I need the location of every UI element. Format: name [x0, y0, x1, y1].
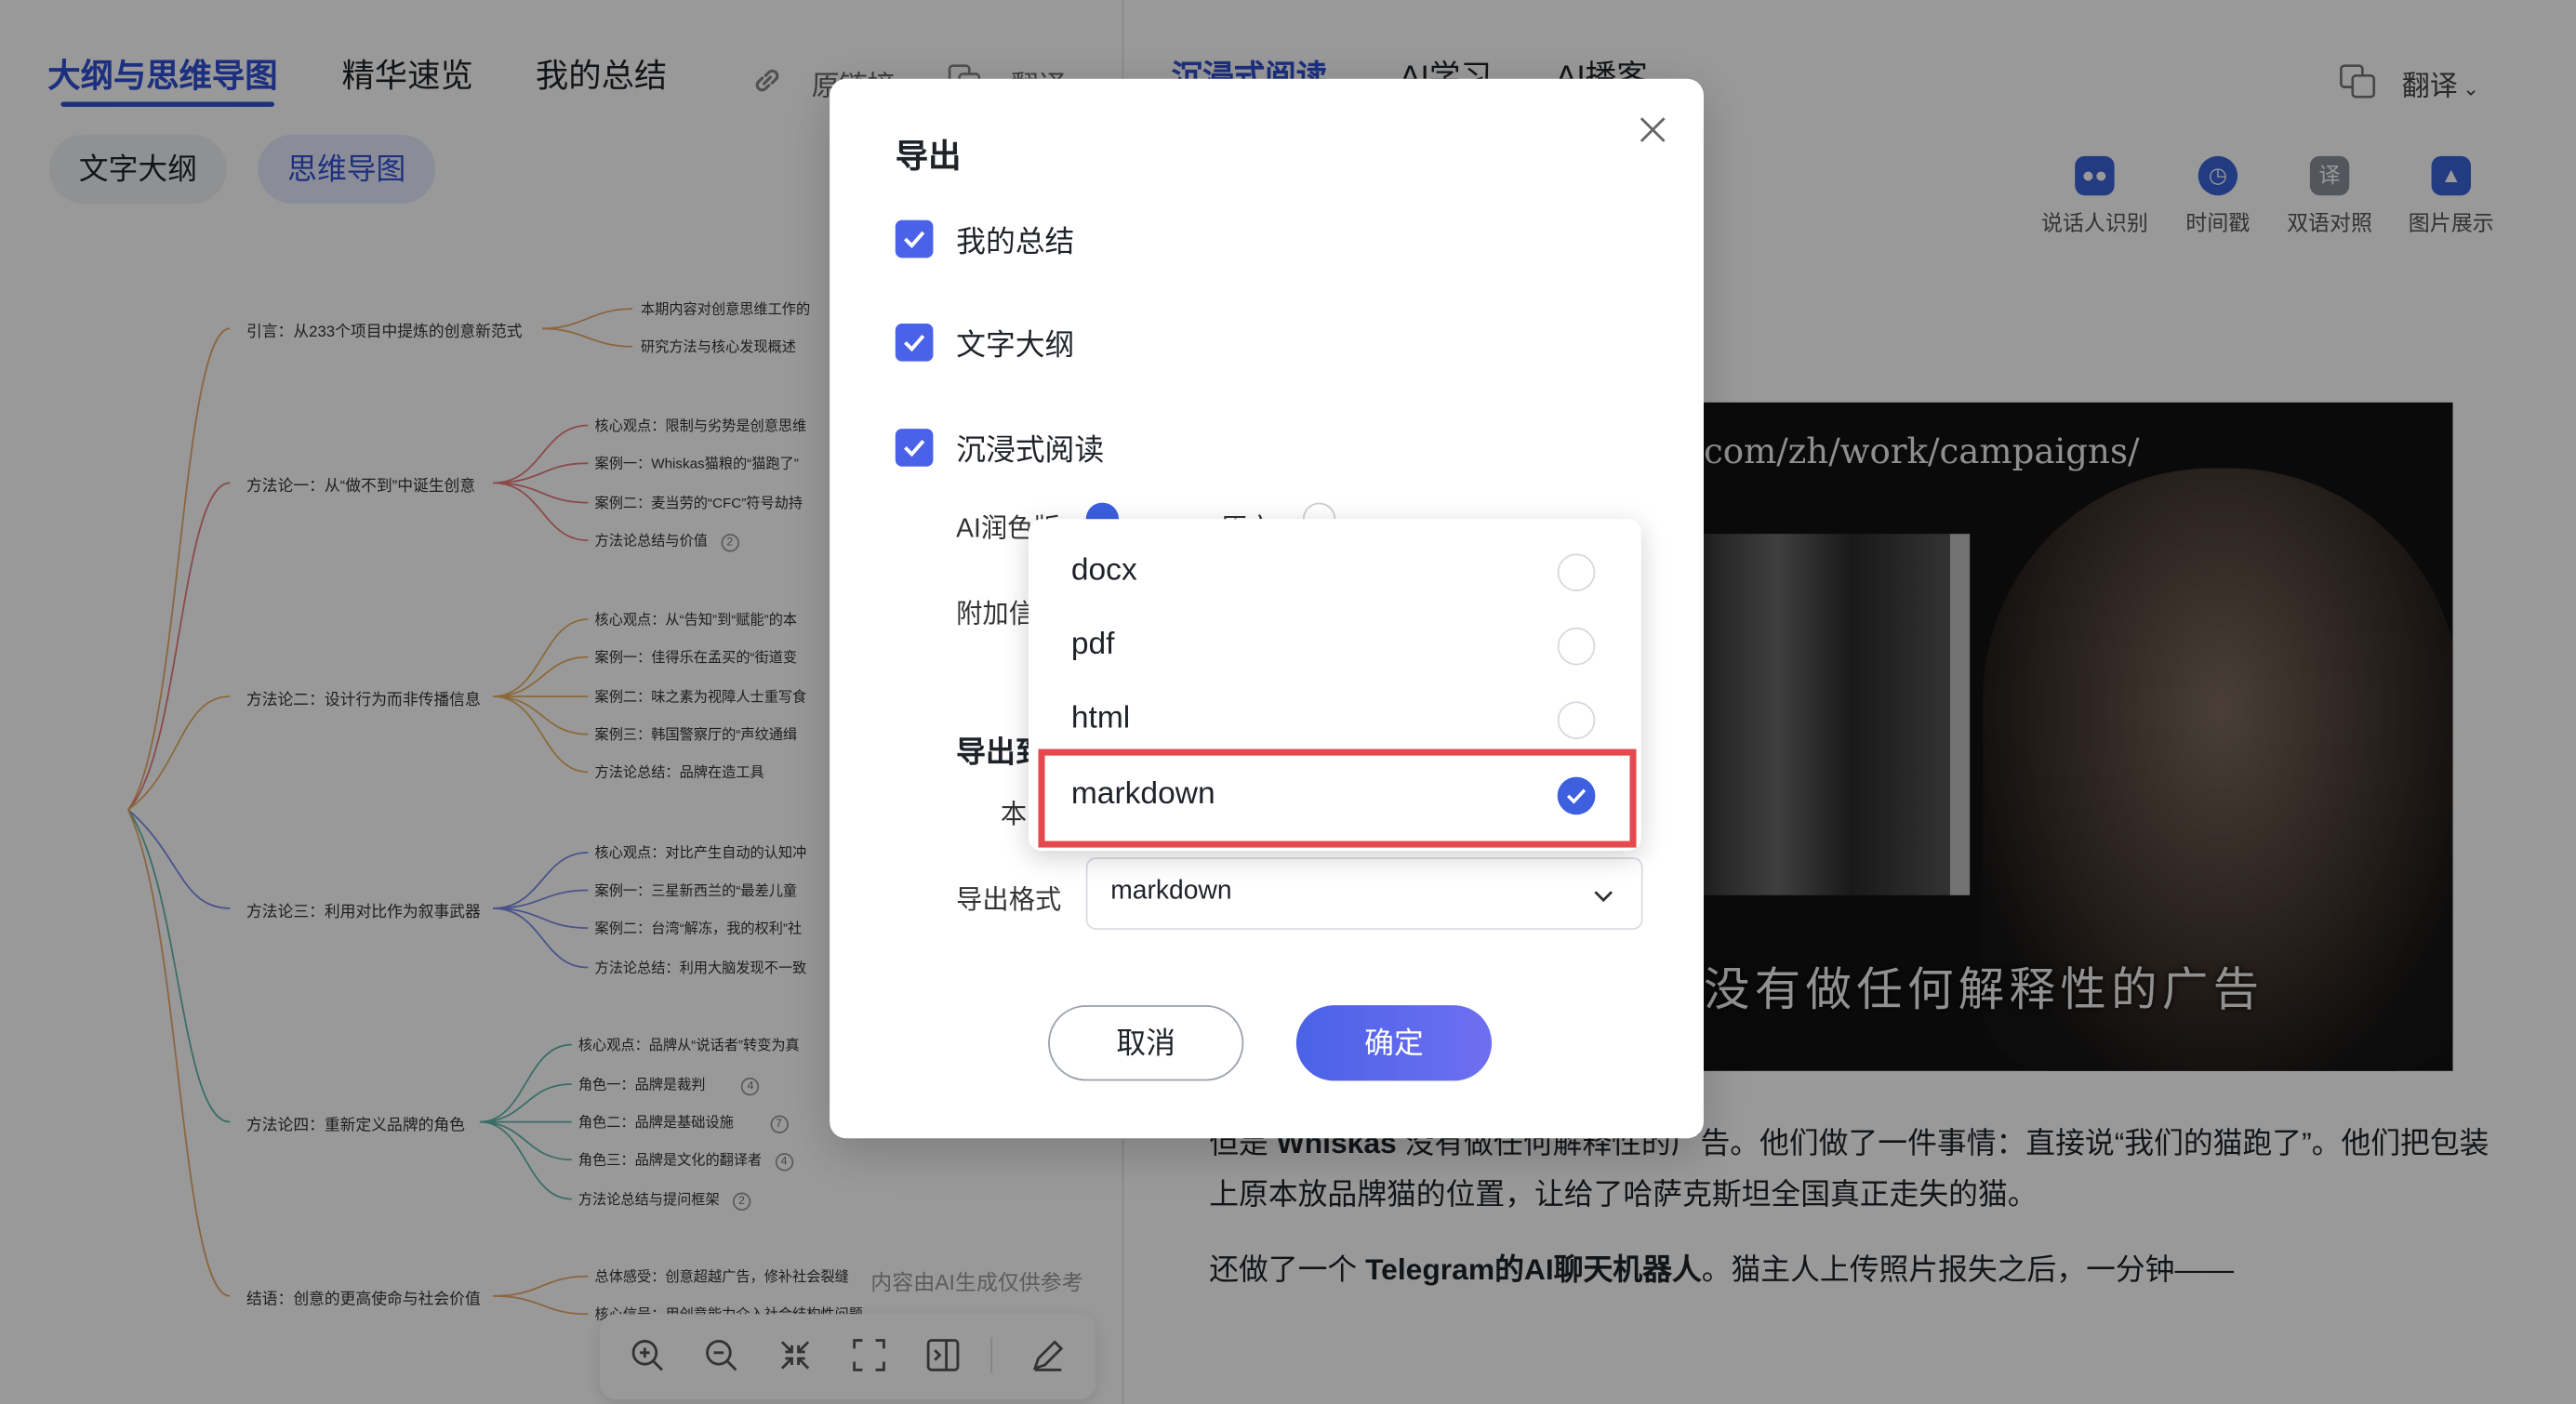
- format-select-value: markdown: [1110, 877, 1232, 906]
- dialog-title: 导出: [895, 139, 962, 177]
- confirm-button[interactable]: 确定: [1295, 1005, 1493, 1081]
- close-icon[interactable]: [1635, 112, 1671, 148]
- format-option-pdf[interactable]: pdf: [1029, 611, 1641, 683]
- attach-info-label: 附加信: [956, 601, 1035, 629]
- checkbox-label: 文字大纲: [956, 328, 1075, 362]
- cancel-button[interactable]: 取消: [1048, 1005, 1244, 1081]
- radio-unselected[interactable]: [1557, 701, 1596, 739]
- local-label: 本: [1000, 801, 1028, 830]
- option-label: pdf: [1070, 627, 1115, 662]
- checkbox-label: 我的总结: [956, 225, 1075, 258]
- radio-unselected[interactable]: [1557, 553, 1596, 591]
- option-label: docx: [1070, 553, 1137, 589]
- highlight-box: [1038, 748, 1637, 848]
- chevron-down-icon: [1594, 891, 1613, 903]
- format-label: 导出格式: [956, 886, 1062, 915]
- checkbox-checked[interactable]: [895, 219, 934, 258]
- checkbox-checked[interactable]: [895, 324, 934, 362]
- checkbox-label: 沉浸式阅读: [956, 433, 1105, 467]
- format-select[interactable]: markdown: [1085, 857, 1643, 930]
- format-option-docx[interactable]: docx: [1029, 537, 1641, 610]
- radio-unselected[interactable]: [1557, 627, 1596, 666]
- format-option-html[interactable]: html: [1029, 685, 1641, 758]
- option-label: html: [1070, 701, 1131, 736]
- checkbox-checked[interactable]: [895, 429, 934, 467]
